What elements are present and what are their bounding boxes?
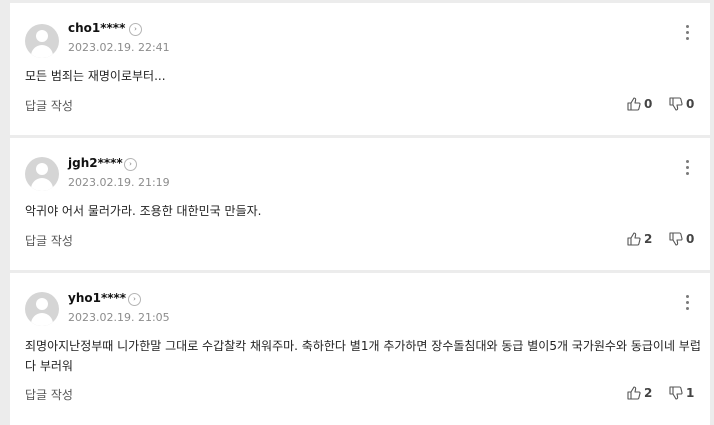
thumbs-down-icon [669,232,683,246]
timestamp: 2023.02.19. 21:19 [68,176,170,189]
dislike-count: 0 [686,232,695,246]
timestamp: 2023.02.19. 22:41 [68,41,170,54]
like-button[interactable]: 0 [627,96,652,112]
like-count: 2 [644,232,653,246]
dislike-button[interactable]: 0 [669,96,694,112]
dislike-count: 1 [686,386,695,400]
like-count: 0 [644,97,653,111]
thumbs-up-icon [627,386,641,400]
comment-text: 죄명아지난정부때 니가한말 그대로 수갑찰칵 채워주마. 축하한다 별1개 추가… [25,339,701,373]
comment-item: jgh2**** › 2023.02.19. 21:19 악귀야 어서 물러가라… [10,138,710,270]
reply-button[interactable]: 답글 작성 [25,232,73,249]
avatar[interactable] [25,24,59,58]
dislike-button[interactable]: 1 [669,385,694,401]
comment-text: 악귀야 어서 물러가라. 조용한 대한민국 만들자. [25,204,262,218]
thumbs-down-icon [669,386,683,400]
more-vertical-icon[interactable] [682,158,692,178]
like-button[interactable]: 2 [627,231,652,247]
thumbs-up-icon [627,232,641,246]
like-button[interactable]: 2 [627,385,652,401]
comment-text: 모든 범죄는 재명이로부터... [25,69,166,83]
username[interactable]: jgh2**** [68,156,123,170]
avatar[interactable] [25,157,59,191]
username[interactable]: cho1**** [68,21,125,35]
avatar[interactable] [25,292,59,326]
reply-button[interactable]: 답글 작성 [25,97,73,114]
more-vertical-icon[interactable] [682,23,692,43]
comment-item: yho1**** › 2023.02.19. 21:05 죄명아지난정부때 니가… [10,273,710,425]
username[interactable]: yho1**** [68,291,126,305]
chevron-right-icon[interactable]: › [129,23,142,36]
like-count: 2 [644,386,653,400]
dislike-count: 0 [686,97,695,111]
comment-list: cho1**** › 2023.02.19. 22:41 모든 범죄는 재명이로… [10,0,710,425]
timestamp: 2023.02.19. 21:05 [68,311,170,324]
reply-button[interactable]: 답글 작성 [25,386,73,403]
chevron-right-icon[interactable]: › [124,158,137,171]
chevron-right-icon[interactable]: › [128,293,141,306]
comment-item: cho1**** › 2023.02.19. 22:41 모든 범죄는 재명이로… [10,3,710,135]
thumbs-down-icon [669,97,683,111]
more-vertical-icon[interactable] [682,293,692,313]
thumbs-up-icon [627,97,641,111]
dislike-button[interactable]: 0 [669,231,694,247]
